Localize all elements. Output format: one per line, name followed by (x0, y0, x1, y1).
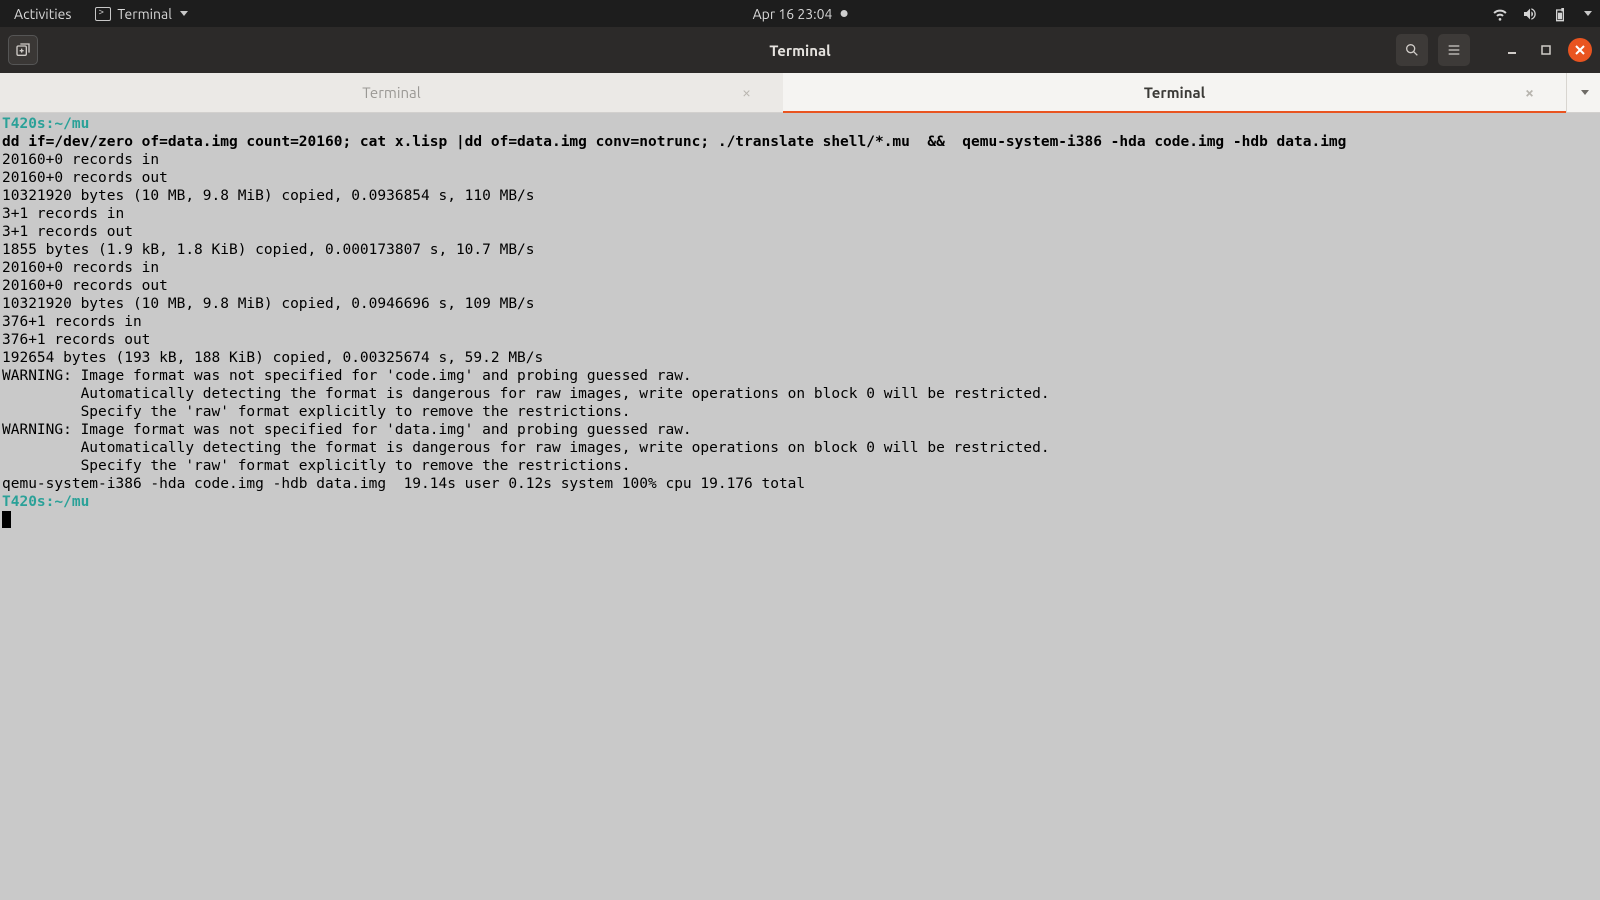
close-icon (1574, 44, 1586, 56)
shell-command: dd if=/dev/zero of=data.img count=20160;… (2, 134, 1346, 150)
tab-label: Terminal (362, 84, 420, 101)
window-titlebar: Terminal (0, 27, 1600, 73)
tab-label: Terminal (1144, 84, 1205, 101)
output-line: 3+1 records out (2, 224, 133, 240)
tab-close-button[interactable]: × (1525, 84, 1534, 102)
search-button[interactable] (1396, 34, 1428, 66)
output-line: qemu-system-i386 -hda code.img -hdb data… (2, 476, 805, 492)
shell-prompt: T420s:~/mu (2, 494, 89, 510)
notification-dot-icon (840, 10, 847, 17)
wifi-icon (1492, 6, 1508, 22)
shell-prompt: T420s:~/mu (2, 116, 89, 132)
search-icon (1404, 42, 1420, 58)
battery-icon (1552, 6, 1568, 22)
hamburger-menu-button[interactable] (1438, 34, 1470, 66)
output-line: 20160+0 records in (2, 152, 159, 168)
chevron-down-icon (1584, 11, 1592, 16)
tab-terminal-1[interactable]: Terminal × (0, 73, 783, 112)
cursor-icon (2, 511, 11, 528)
output-line: 10321920 bytes (10 MB, 9.8 MiB) copied, … (2, 188, 535, 204)
output-line: 376+1 records out (2, 332, 150, 348)
output-line: WARNING: Image format was not specified … (2, 368, 692, 384)
output-line: 1855 bytes (1.9 kB, 1.8 KiB) copied, 0.0… (2, 242, 535, 258)
datetime-label: Apr 16 23:04 (753, 6, 833, 22)
chevron-down-icon (180, 11, 188, 16)
output-line: 20160+0 records out (2, 278, 168, 294)
activities-button[interactable]: Activities (8, 6, 77, 22)
clock[interactable]: Apr 16 23:04 (753, 6, 848, 22)
minimize-button[interactable] (1500, 38, 1524, 62)
maximize-button[interactable] (1534, 38, 1558, 62)
volume-icon (1522, 6, 1538, 22)
output-line: Automatically detecting the format is da… (2, 386, 1050, 402)
terminal-icon (95, 7, 111, 21)
window-title: Terminal (769, 42, 830, 59)
app-menu[interactable]: Terminal (95, 6, 188, 22)
terminal-viewport[interactable]: T420s:~/mu dd if=/dev/zero of=data.img c… (0, 113, 1600, 900)
output-line: 10321920 bytes (10 MB, 9.8 MiB) copied, … (2, 296, 535, 312)
output-line: 20160+0 records in (2, 260, 159, 276)
new-tab-icon (15, 42, 31, 58)
close-button[interactable] (1568, 38, 1592, 62)
tab-terminal-2[interactable]: Terminal × (783, 73, 1566, 112)
output-line: Specify the 'raw' format explicitly to r… (2, 404, 631, 420)
output-line: Specify the 'raw' format explicitly to r… (2, 458, 631, 474)
tab-close-button[interactable]: × (742, 84, 751, 102)
chevron-down-icon (1581, 90, 1589, 95)
output-line: 376+1 records in (2, 314, 142, 330)
output-line: Automatically detecting the format is da… (2, 440, 1050, 456)
tab-overflow-button[interactable] (1566, 73, 1600, 112)
tab-bar: Terminal × Terminal × (0, 73, 1600, 113)
hamburger-icon (1446, 42, 1462, 58)
output-line: 20160+0 records out (2, 170, 168, 186)
system-tray[interactable] (1492, 6, 1592, 22)
output-line: 192654 bytes (193 kB, 188 KiB) copied, 0… (2, 350, 543, 366)
new-tab-button[interactable] (8, 35, 38, 65)
maximize-icon (1540, 44, 1552, 56)
output-line: WARNING: Image format was not specified … (2, 422, 692, 438)
gnome-top-bar: Activities Terminal Apr 16 23:04 (0, 0, 1600, 27)
output-line: 3+1 records in (2, 206, 124, 222)
app-menu-label: Terminal (117, 6, 172, 22)
minimize-icon (1506, 44, 1518, 56)
